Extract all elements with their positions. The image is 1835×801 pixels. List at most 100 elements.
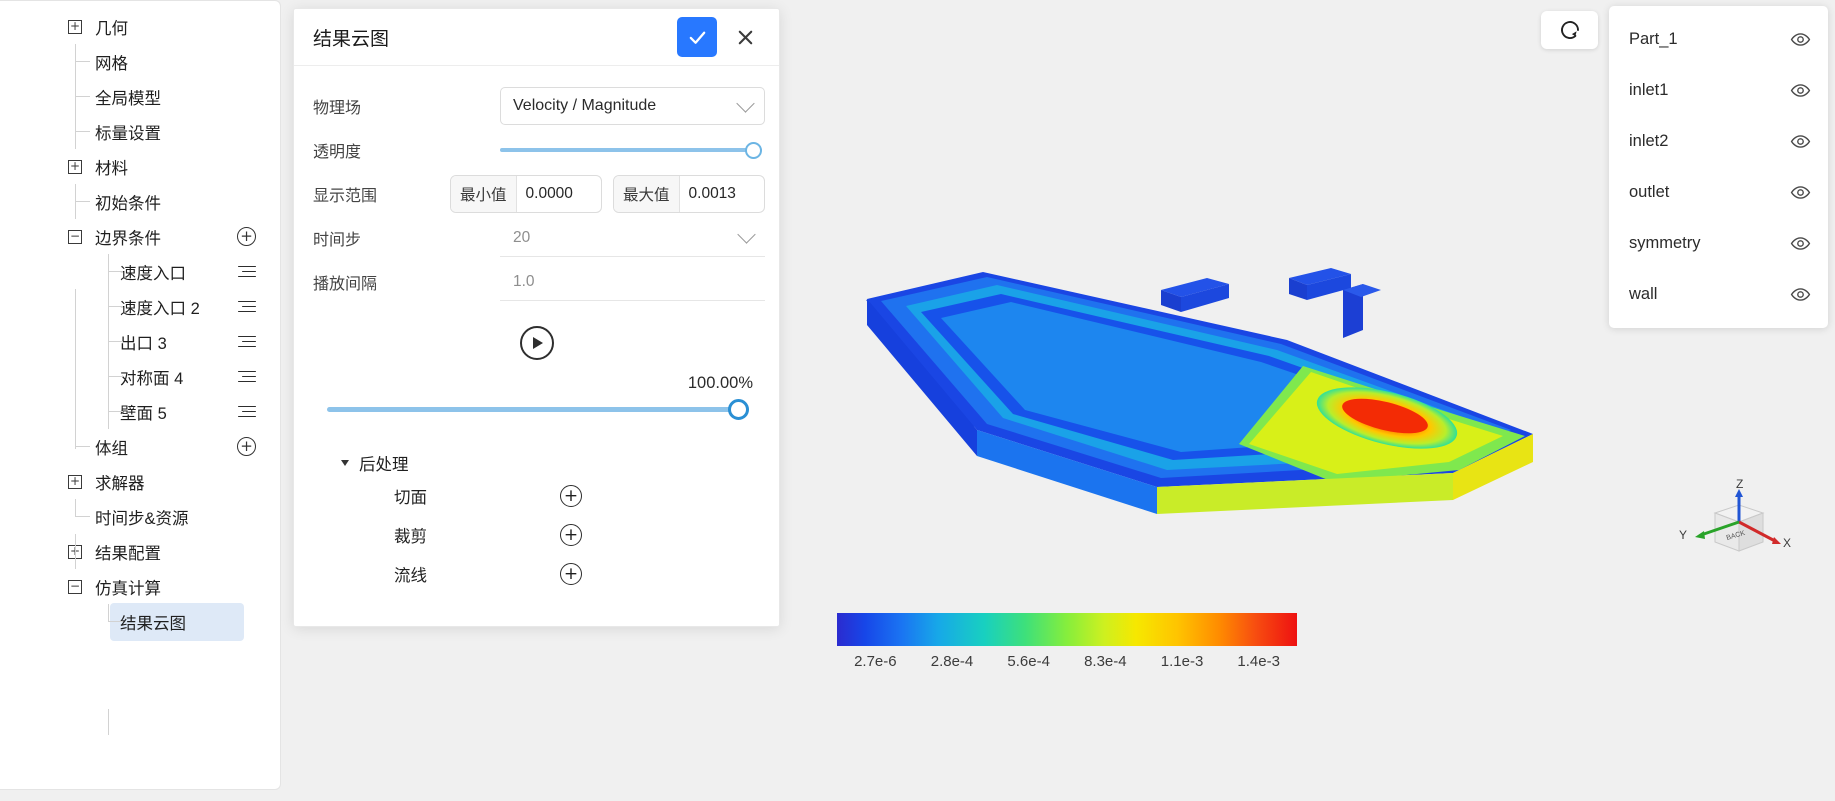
tree-item-6[interactable]: − 边界条件 + (0, 219, 280, 254)
item-menu-button[interactable] (238, 265, 256, 278)
interval-label: 播放间隔 (313, 276, 378, 293)
add-post-item-button[interactable]: + (560, 563, 582, 585)
tree-item-label: 仿真计算 (95, 579, 161, 598)
tree-item-3[interactable]: 标量设置 (0, 114, 280, 149)
tree-connector (75, 499, 90, 517)
model-tree: + 几何网格全局模型标量设置 + 材料初始条件 − 边界条件 + 速度入口 速度入口 2 出口 3… (0, 1, 280, 735)
expand-icon[interactable]: + (68, 19, 82, 34)
reset-camera-button[interactable] (1541, 11, 1598, 49)
tree-item-8[interactable]: 速度入口 2 (0, 289, 280, 324)
opacity-slider-handle[interactable] (745, 141, 762, 159)
tree-item-14[interactable]: 时间步&资源 (0, 499, 280, 534)
tree-item-label: 结果配置 (95, 544, 161, 563)
post-processing-section: 后处理 切面 + 裁剪 + 流线 + (308, 451, 765, 592)
part-row-5[interactable]: wall (1609, 269, 1828, 320)
opacity-slider[interactable] (500, 139, 762, 161)
post-item-1: 裁剪 + (342, 517, 765, 553)
list-menu-icon (238, 335, 256, 348)
part-row-0[interactable]: Part_1 (1609, 14, 1828, 65)
visibility-eye-icon[interactable] (1790, 131, 1811, 152)
item-menu-button[interactable] (238, 300, 256, 313)
tree-item-11[interactable]: 壁面 5 (0, 394, 280, 429)
confirm-button[interactable] (677, 17, 717, 57)
check-icon (689, 31, 705, 44)
collapse-icon[interactable]: − (68, 229, 82, 244)
part-row-2[interactable]: inlet2 (1609, 116, 1828, 167)
colorbar-tick-4: 1.1e-3 (1160, 653, 1204, 670)
item-menu-button[interactable] (238, 370, 256, 383)
tree-item-1[interactable]: 网格 (0, 44, 280, 79)
field-row-timestep: 时间步 20 (308, 216, 765, 260)
tree-item-12[interactable]: 体组 + (0, 429, 280, 464)
play-icon (533, 337, 543, 349)
timestep-select[interactable]: 20 (500, 219, 765, 257)
play-button[interactable] (519, 326, 554, 360)
opacity-label: 透明度 (313, 144, 362, 161)
visibility-eye-icon[interactable] (1790, 182, 1811, 203)
progress-slider-track (327, 406, 749, 412)
collapse-icon[interactable]: − (68, 579, 82, 594)
part-row-1[interactable]: inlet1 (1609, 65, 1828, 116)
tree-item-label: 出口 3 (120, 334, 167, 353)
visibility-eye-icon[interactable] (1790, 29, 1811, 50)
tree-item-label: 初始条件 (95, 194, 161, 213)
visibility-eye-icon[interactable] (1790, 233, 1811, 254)
part-name: inlet1 (1629, 81, 1669, 99)
tree-item-13[interactable]: + 求解器 (0, 464, 280, 499)
tree-item-17[interactable]: 结果云图 (0, 602, 280, 641)
tree-item-0[interactable]: + 几何 (0, 9, 280, 44)
tree-item-4[interactable]: + 材料 (0, 149, 280, 184)
physics-field-select[interactable]: Velocity / Magnitude (500, 87, 765, 125)
part-name: wall (1629, 285, 1658, 303)
tree-item-2[interactable]: 全局模型 (0, 79, 280, 114)
part-name: symmetry (1629, 234, 1701, 252)
visibility-eye-icon[interactable] (1790, 80, 1811, 101)
part-name: inlet2 (1629, 132, 1669, 150)
progress-slider-handle[interactable] (728, 398, 749, 420)
colorbar-tick-0: 2.7e-6 (854, 653, 897, 670)
list-menu-icon (238, 265, 256, 278)
visibility-eye-icon[interactable] (1790, 284, 1811, 305)
item-menu-button[interactable] (238, 335, 256, 348)
tree-item-10[interactable]: 对称面 4 (0, 359, 280, 394)
playback-progress-slider[interactable] (327, 398, 749, 420)
tree-connector (108, 289, 123, 307)
add-post-item-button[interactable]: + (560, 524, 582, 546)
tree-item-5[interactable]: 初始条件 (0, 184, 280, 219)
add-item-button[interactable]: + (237, 437, 256, 456)
tree-item-label: 几何 (95, 19, 128, 38)
post-item-0: 切面 + (342, 478, 765, 514)
part-row-4[interactable]: symmetry (1609, 218, 1828, 269)
plus-icon: + (237, 437, 256, 456)
post-processing-header[interactable]: 后处理 (341, 451, 765, 475)
tree-item-15[interactable]: + 结果配置 (0, 534, 280, 569)
max-value-input[interactable]: 最大值 0.0013 (613, 175, 765, 213)
part-row-3[interactable]: outlet (1609, 167, 1828, 218)
colorbar-tick-1: 2.8e-4 (930, 653, 974, 670)
tree-item-7[interactable]: 速度入口 (0, 254, 280, 289)
add-item-button[interactable]: + (237, 227, 256, 246)
field-row-range: 显示范围 最小值 0.0000 最大值 0.0013 (308, 172, 765, 216)
colorbar-tick-2: 5.6e-4 (1007, 653, 1050, 670)
tree-item-label: 网格 (95, 54, 128, 73)
tree-item-9[interactable]: 出口 3 (0, 324, 280, 359)
add-post-item-button[interactable]: + (560, 485, 582, 507)
tree-item-16[interactable]: − 仿真计算 (0, 569, 280, 604)
max-value-text: 0.0013 (688, 185, 736, 202)
chevron-down-icon (736, 93, 755, 113)
tree-item-label: 材料 (95, 159, 128, 178)
tree-connector (108, 359, 123, 377)
tree-connector (108, 254, 123, 272)
tree-connector (75, 429, 90, 447)
cancel-button[interactable] (725, 17, 765, 57)
tree-item-label: 标量设置 (95, 124, 161, 143)
tree-guide-line (75, 534, 76, 569)
interval-input[interactable]: 1.0 (500, 263, 765, 301)
post-item-2: 流线 + (342, 556, 765, 592)
expand-icon[interactable]: + (68, 159, 82, 174)
orientation-axis-widget[interactable]: BACK Z X Y (1679, 477, 1791, 583)
tree-connector (75, 184, 90, 202)
min-value-input[interactable]: 最小值 0.0000 (450, 175, 602, 213)
item-menu-button[interactable] (238, 405, 256, 418)
expand-icon[interactable]: + (68, 474, 82, 489)
